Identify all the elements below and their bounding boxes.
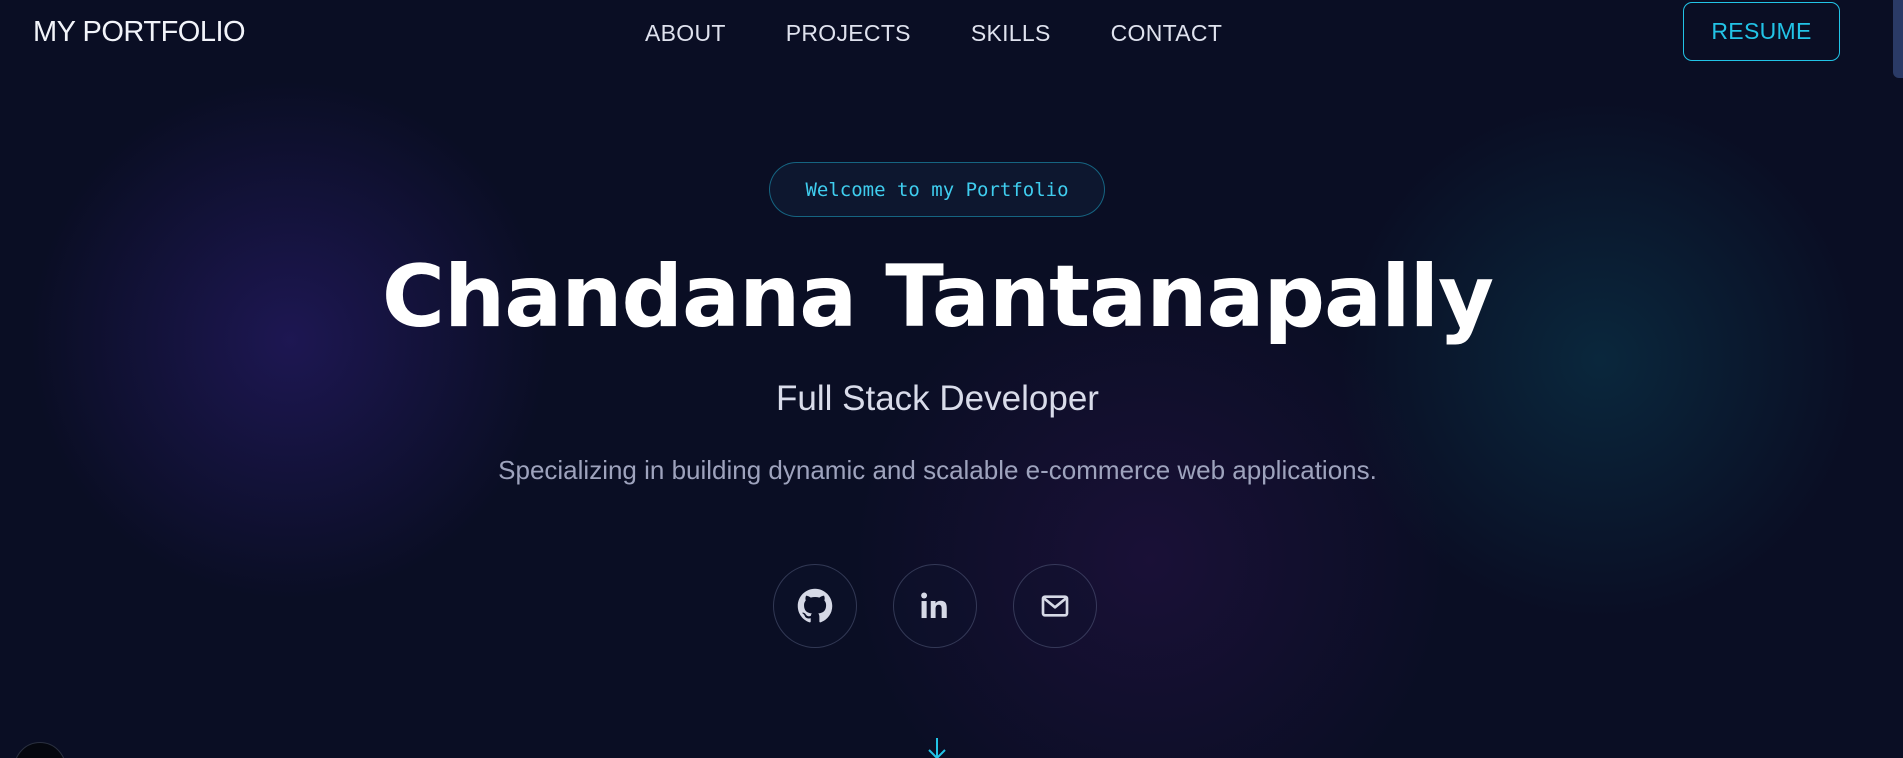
- scrollbar-thumb[interactable]: [1893, 0, 1903, 78]
- mail-icon: [1041, 595, 1069, 617]
- nav-link-about[interactable]: ABOUT: [645, 20, 726, 47]
- top-navigation: MY PORTFOLIO ABOUT PROJECTS SKILLS CONTA…: [0, 0, 1903, 64]
- resume-button[interactable]: RESUME: [1683, 2, 1840, 61]
- email-button[interactable]: [1013, 564, 1097, 648]
- brand-logo[interactable]: MY PORTFOLIO: [33, 16, 246, 49]
- hero-name: Chandana Tantanapally: [381, 247, 1494, 347]
- hero-description: Specializing in building dynamic and sca…: [498, 455, 1377, 485]
- linkedin-button[interactable]: [893, 564, 977, 648]
- welcome-badge: Welcome to my Portfolio: [769, 162, 1105, 217]
- social-links: [773, 564, 1097, 648]
- nav-link-contact[interactable]: CONTACT: [1111, 20, 1223, 47]
- scroll-down-icon[interactable]: [924, 738, 950, 758]
- hero-role: Full Stack Developer: [776, 379, 1099, 418]
- nav-links: ABOUT PROJECTS SKILLS CONTACT: [645, 20, 1222, 47]
- nav-link-skills[interactable]: SKILLS: [971, 20, 1051, 47]
- nav-link-projects[interactable]: PROJECTS: [786, 20, 911, 47]
- linkedin-icon: [921, 592, 947, 619]
- github-button[interactable]: [773, 564, 857, 648]
- github-icon: [797, 588, 833, 623]
